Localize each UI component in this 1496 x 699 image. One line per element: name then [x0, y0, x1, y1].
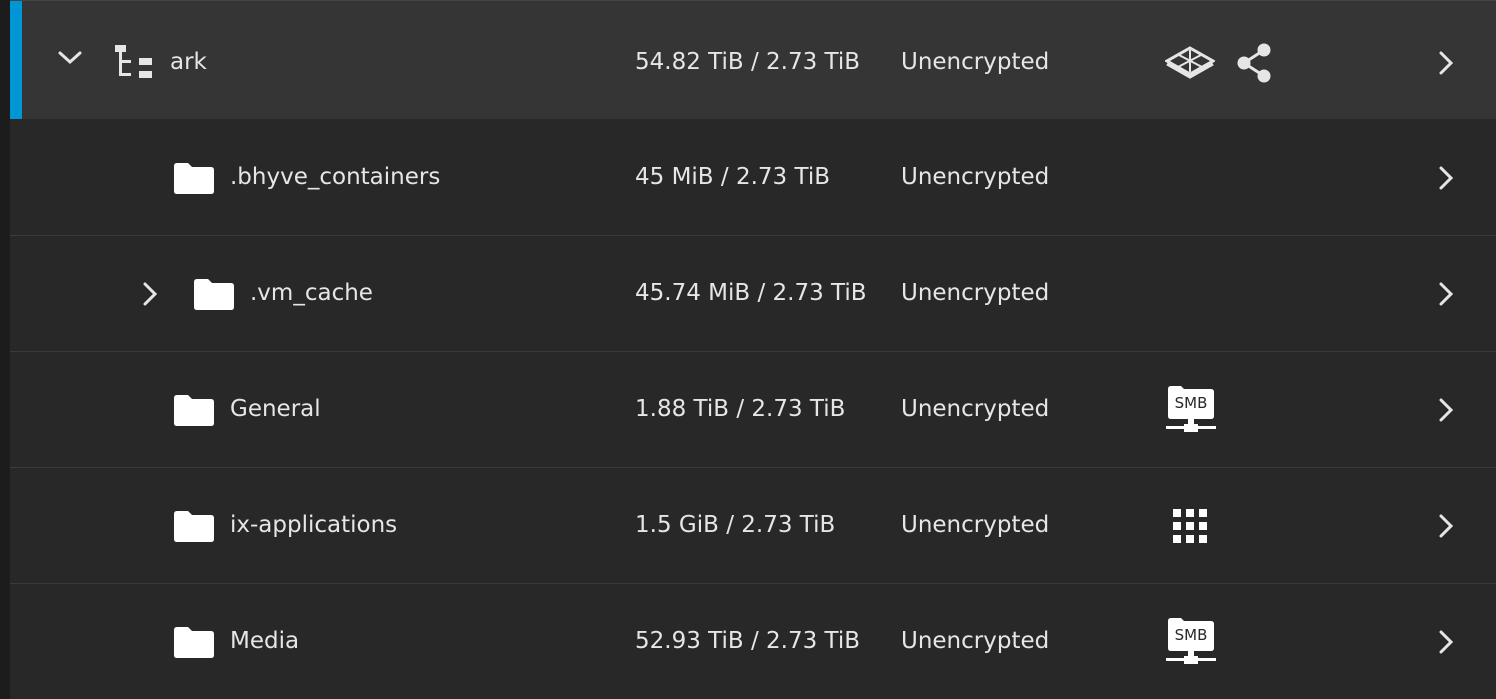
smb-label: SMB [1174, 626, 1208, 644]
dataset-used: 54.82 TiB / 2.73 TiB [635, 49, 861, 75]
dataset-used: 1.5 GiB / 2.73 TiB [635, 512, 836, 538]
folder-icon [174, 511, 214, 542]
dataset-used: 52.93 TiB / 2.73 TiB [635, 628, 861, 654]
folder-icon [194, 279, 234, 310]
dataset-row-media[interactable]: Media 52.93 TiB / 2.73 TiB Unencrypted S… [10, 584, 1496, 699]
chevron-right-icon[interactable] [1438, 50, 1454, 76]
dataset-used: 45.74 MiB / 2.73 TiB [635, 280, 867, 306]
dataset-row-ix-applications[interactable]: ix-applications 1.5 GiB / 2.73 TiB Unenc… [10, 468, 1496, 584]
dataset-name: .vm_cache [250, 280, 373, 306]
dataset-name: .bhyve_containers [230, 164, 441, 190]
dataset-row-bhyve-containers[interactable]: .bhyve_containers 45 MiB / 2.73 TiB Unen… [10, 120, 1496, 236]
dataset-row-vm-cache[interactable]: .vm_cache 45.74 MiB / 2.73 TiB Unencrypt… [10, 236, 1496, 352]
dataset-encryption: Unencrypted [901, 280, 1050, 306]
selected-indicator [10, 1, 22, 119]
smb-label: SMB [1174, 394, 1208, 412]
dataset-row-general[interactable]: General 1.88 TiB / 2.73 TiB Unencrypted … [10, 352, 1496, 468]
folder-icon [174, 627, 214, 658]
chevron-right-icon[interactable] [1438, 629, 1454, 655]
expand-chevron-icon[interactable] [142, 281, 158, 307]
dataset-encryption: Unencrypted [901, 628, 1050, 654]
folder-icon [174, 395, 214, 426]
dataset-name: General [230, 396, 321, 422]
dataset-tree: ark 54.82 TiB / 2.73 TiB Unencrypted .bh… [10, 0, 1496, 699]
chevron-right-icon[interactable] [1438, 281, 1454, 307]
dataset-encryption: Unencrypted [901, 49, 1050, 75]
folder-icon [174, 163, 214, 194]
dataset-used: 1.88 TiB / 2.73 TiB [635, 396, 846, 422]
chevron-right-icon[interactable] [1438, 513, 1454, 539]
dataset-encryption: Unencrypted [901, 164, 1050, 190]
dataset-encryption: Unencrypted [901, 396, 1050, 422]
dataset-encryption: Unencrypted [901, 512, 1050, 538]
share-icon [1237, 43, 1271, 83]
apps-grid-icon [1173, 509, 1207, 543]
smb-share-icon: SMB [1166, 385, 1216, 433]
pool-tree-icon [115, 45, 152, 78]
dataset-name: ark [170, 49, 207, 75]
dataset-name: ix-applications [230, 512, 398, 538]
hardware-raid-icon [1165, 46, 1215, 79]
smb-share-icon: SMB [1166, 617, 1216, 665]
chevron-down-icon[interactable] [58, 50, 82, 66]
chevron-right-icon[interactable] [1438, 397, 1454, 423]
chevron-right-icon[interactable] [1438, 165, 1454, 191]
dataset-used: 45 MiB / 2.73 TiB [635, 164, 830, 190]
dataset-row-ark[interactable]: ark 54.82 TiB / 2.73 TiB Unencrypted [10, 0, 1496, 119]
dataset-name: Media [230, 628, 300, 654]
